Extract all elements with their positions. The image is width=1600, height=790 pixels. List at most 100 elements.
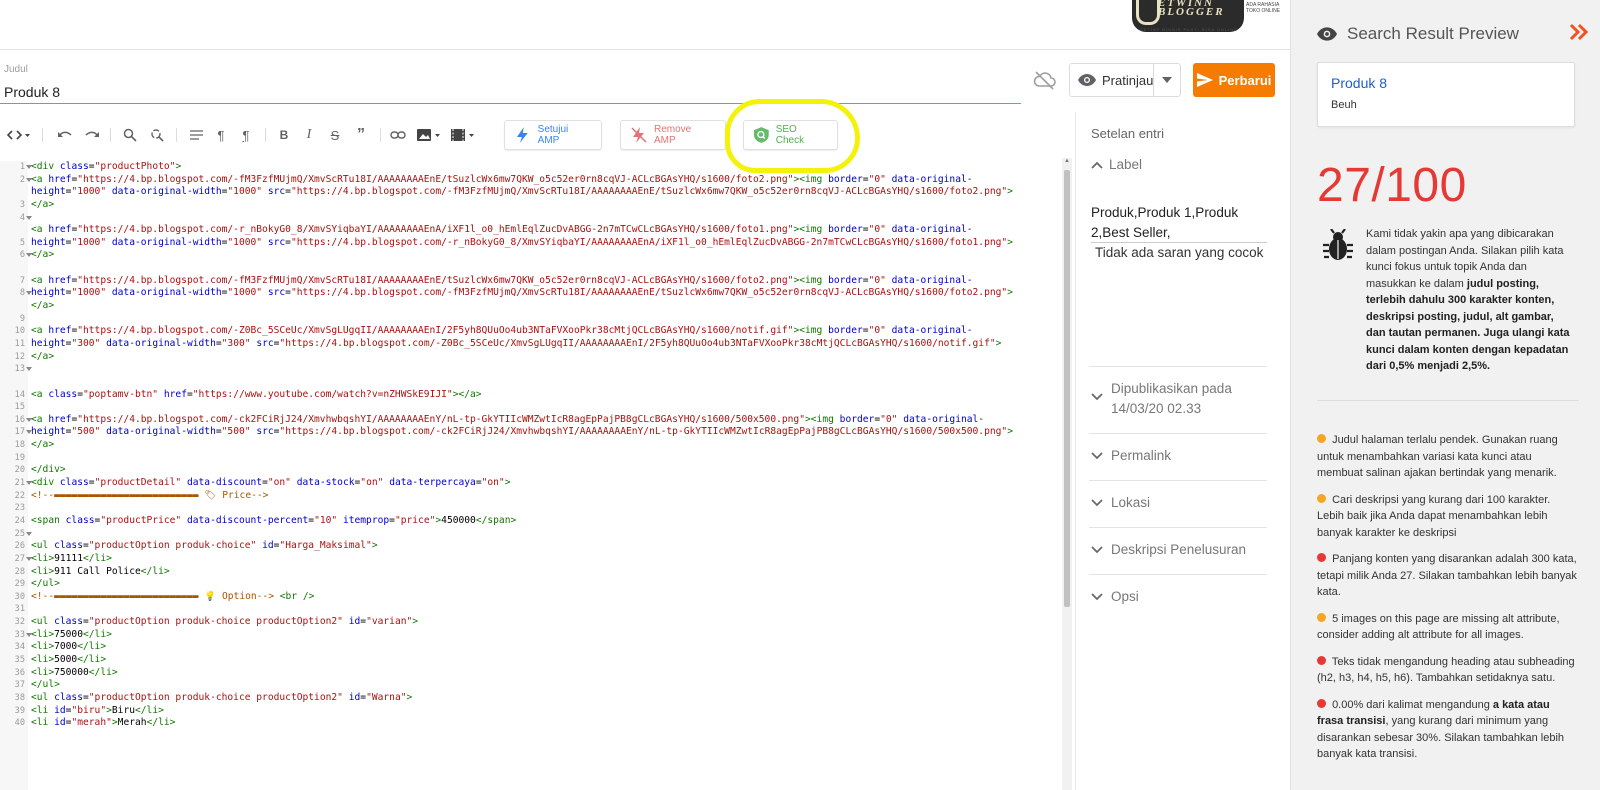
search-result-description: Beuh: [1331, 99, 1357, 111]
line-number: 35: [14, 654, 25, 665]
seo-summary: Kami tidak yakin apa yang dibicarakan da…: [1366, 226, 1573, 375]
quote-button[interactable]: ”: [353, 126, 369, 144]
code-line: </a>: [31, 439, 55, 451]
html-view-toggle[interactable]: [6, 126, 32, 144]
seo-summary-bold: judul posting, terlebih dahulu 300 karak…: [1366, 277, 1570, 373]
find-replace-button[interactable]: [148, 126, 166, 144]
amp-icon: [516, 127, 528, 143]
seo-issue-text: 5 images on this page are missing alt at…: [1317, 612, 1560, 642]
line-number: 13: [0, 363, 32, 376]
code-line: <a href="https://4.bp.blogspot.com/-Z0Bc…: [31, 325, 973, 337]
seo-issue-text: Panjang konten yang disarankan adalah 30…: [1317, 553, 1577, 598]
seo-issues-list: Judul halaman terlalu pendek. Gunakan ru…: [1317, 432, 1579, 773]
insert-video-button[interactable]: [450, 126, 476, 144]
publish-label: Perbarui: [1218, 72, 1272, 88]
section-published-title: Dipublikasikan pada 14/03/20 02.33: [1111, 381, 1232, 416]
preview-button[interactable]: Pratinjau: [1070, 64, 1155, 96]
strikethrough-button[interactable]: S: [327, 126, 343, 144]
line-number: 23: [14, 503, 25, 514]
remove-amp-button[interactable]: Remove AMP: [620, 120, 726, 150]
code-line: </a>: [31, 198, 55, 210]
code-line: </ul>: [31, 578, 60, 590]
text-lines-icon: [189, 130, 203, 140]
seo-panel-title: Search Result Preview: [1347, 24, 1519, 43]
code-line: <li>911 Call Police</li>: [31, 565, 170, 577]
line-number: 5: [19, 237, 25, 248]
cloud-off-icon: [1033, 70, 1057, 90]
line-number: 36: [14, 667, 25, 678]
paragraph-button[interactable]: [188, 126, 204, 144]
html-code-editor[interactable]: 1 2 3 4 5 6 7 8 9 10 11 12 13 14 15 16 17 18 19 20 21 22 23 24 2…: [0, 158, 1072, 790]
approve-amp-label: Setujui AMP: [537, 124, 569, 146]
code-line: <li>91111</li>: [31, 552, 112, 564]
section-search-description[interactable]: Deskripsi Penelusuran: [1089, 542, 1267, 557]
preview-dropdown-button[interactable]: [1154, 64, 1180, 96]
seo-check-button[interactable]: SEO Check: [743, 120, 838, 150]
heading-button[interactable]: ¶: [213, 126, 229, 144]
seo-issue-text: Teks tidak mengandung heading atau subhe…: [1317, 655, 1575, 685]
double-chevron-right-icon[interactable]: [1568, 22, 1590, 42]
error-icon: [1317, 655, 1326, 665]
bold-button[interactable]: B: [277, 126, 291, 144]
line-number: 2: [0, 174, 32, 187]
section-label-title: Label: [1109, 157, 1143, 172]
code-line: <li id="merah">Merah</li>: [31, 717, 176, 729]
redo-button[interactable]: [83, 126, 101, 144]
line-number: 26: [14, 541, 25, 552]
seo-panel-header: Search Result Preview: [1317, 22, 1590, 46]
code-content[interactable]: <div class="productPhoto"> <a href="https…: [31, 161, 1061, 730]
scroll-up-arrow-icon[interactable]: ▲: [1063, 158, 1071, 166]
site-logo: ETWINN BLOGGER ADA RAHASIA TOKO ONLINE SE…: [1132, 0, 1302, 36]
section-options[interactable]: Opsi: [1089, 589, 1267, 604]
code-line: <ul class="productOption produk-choice p…: [31, 691, 413, 703]
code-line: <a href="https://4.bp.blogspot.com/-fM3F…: [31, 173, 973, 185]
search-result-title[interactable]: Produk 8: [1331, 75, 1387, 91]
chevron-down-icon: [1091, 393, 1103, 401]
section-published[interactable]: Dipublikasikan pada 14/03/20 02.33: [1089, 379, 1267, 419]
insert-image-button[interactable]: [416, 126, 442, 144]
publish-button[interactable]: Perbarui: [1193, 63, 1275, 97]
code-line: <li>75000</li>: [31, 628, 112, 640]
code-line: <a class="poptamv-btn" href="https://www…: [31, 388, 482, 400]
chevron-up-icon: [1091, 161, 1103, 169]
code-line: <ul class="productOption produk-choice" …: [31, 540, 378, 552]
code-line: <a href="https://4.bp.blogspot.com/-ck2F…: [31, 413, 985, 425]
approve-amp-button[interactable]: Setujui AMP: [504, 120, 602, 150]
preview-button-group: Pratinjau: [1069, 63, 1181, 97]
code-line: <a href="https://4.bp.blogspot.com/-fM3F…: [31, 274, 973, 286]
line-number: 7: [19, 275, 25, 286]
remove-amp-label: Remove AMP: [653, 124, 692, 146]
line-number-gutter: 1 2 3 4 5 6 7 8 9 10 11 12 13 14 15 16 17 18 19 20 21 22 23 24 2…: [0, 161, 32, 790]
code-line: <span class="productPrice" data-discount…: [31, 514, 517, 526]
send-icon: [1196, 73, 1213, 87]
logo-tag: ADA RAHASIA TOKO ONLINE: [1246, 2, 1281, 14]
paragraph-format-button[interactable]: ¶: [238, 126, 254, 144]
line-number: 4: [0, 212, 32, 225]
quote-icon: ”: [357, 126, 365, 143]
line-number: 28: [14, 566, 25, 577]
code-line: </ul>: [31, 679, 60, 691]
search-button[interactable]: [121, 126, 139, 144]
find-replace-icon: [151, 129, 164, 142]
italic-button[interactable]: I: [302, 126, 316, 144]
line-number: 20: [14, 465, 25, 476]
seo-issue-item: Cari deskripsi yang kurang dari 100 kara…: [1317, 492, 1579, 542]
link-button[interactable]: [389, 126, 407, 144]
undo-button[interactable]: [56, 126, 74, 144]
warning-icon: [1317, 493, 1326, 503]
code-line: </a>: [31, 249, 55, 261]
section-location[interactable]: Lokasi: [1089, 495, 1267, 510]
labels-input[interactable]: Produk,Produk 1,Produk 2,Best Seller,: [1091, 203, 1259, 243]
code-line: height="1000" data-original-width="1000"…: [31, 236, 1013, 248]
line-number: 3: [19, 199, 25, 210]
section-label[interactable]: Label: [1089, 157, 1267, 172]
warning-icon: [1317, 434, 1326, 443]
section-permalink[interactable]: Permalink: [1089, 448, 1267, 463]
post-title-input[interactable]: [0, 80, 1021, 104]
editor-scrollbar-thumb[interactable]: [1064, 170, 1070, 607]
editor-toolbar: ¶ ¶ B I S ” Setujui AMP Remove AMP SEO C…: [0, 118, 1075, 152]
